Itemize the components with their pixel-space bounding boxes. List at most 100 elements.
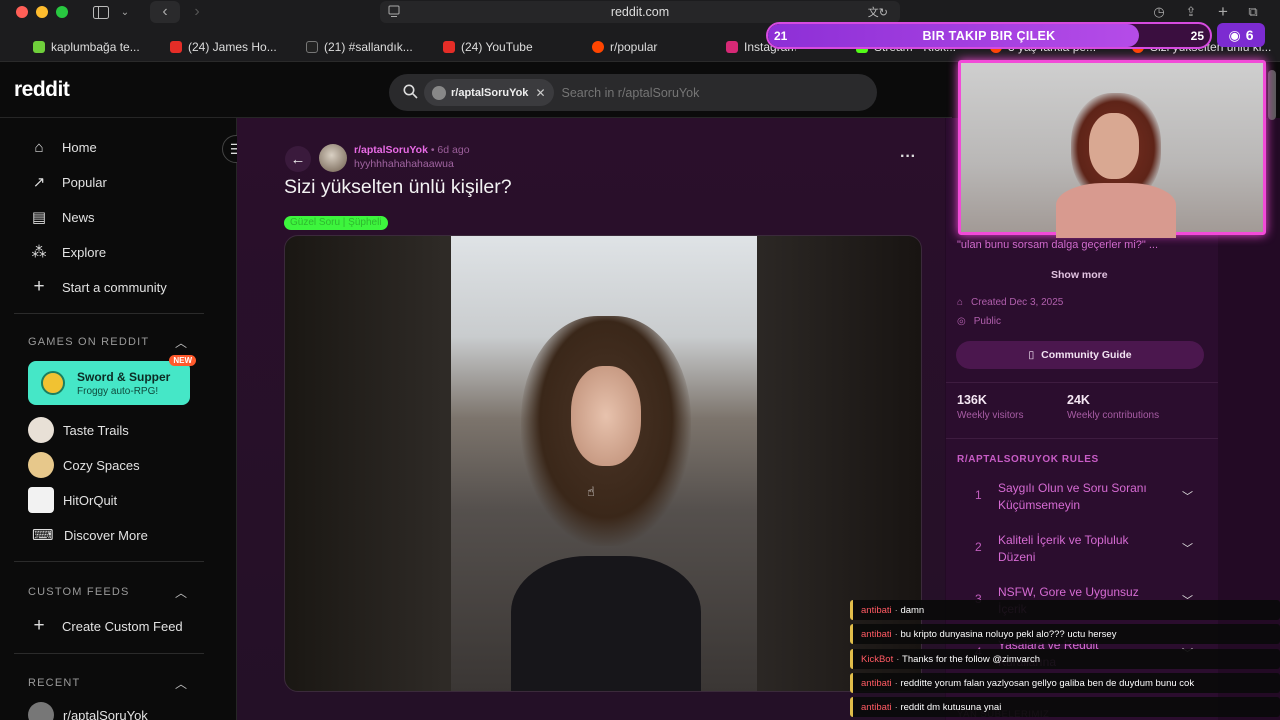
forward-icon[interactable]: › xyxy=(186,3,208,21)
post-flair[interactable]: Güzel Soru | Şüpheli xyxy=(284,216,388,230)
sidebar-item-news[interactable]: ▤ News xyxy=(30,205,95,229)
custom-feeds-heading: CUSTOM FEEDS xyxy=(28,586,130,598)
scrollbar-thumb[interactable] xyxy=(1268,70,1276,120)
frog-game-icon xyxy=(41,371,65,395)
chat-message: antibati · reddit dm kutusuna ynai xyxy=(850,697,1280,717)
bookmark-item[interactable]: kaplumbağa te... xyxy=(33,36,153,58)
chat-text: bu kripto dunyasina noluyo pekl alo??? u… xyxy=(900,628,1117,640)
hitorquit-icon xyxy=(28,487,54,513)
chevron-up-icon[interactable]: ︿ xyxy=(175,675,187,692)
minimize-window-button[interactable] xyxy=(36,6,48,18)
share-icon[interactable]: ⇪ xyxy=(1182,3,1200,21)
youtube-icon xyxy=(170,41,182,53)
search-input[interactable] xyxy=(561,85,842,100)
divider xyxy=(946,438,1218,439)
cursor-icon: ☝ xyxy=(587,484,595,499)
chip-label: r/aptalSoruYok xyxy=(451,86,529,99)
sidebar-toggle-icon[interactable] xyxy=(90,3,112,21)
search-community-chip[interactable]: r/aptalSoruYok ✕ xyxy=(424,79,554,106)
sidebar-item-start-community[interactable]: + Start a community xyxy=(30,275,166,299)
community-avatar-icon xyxy=(319,144,347,172)
bookmark-label: (21) #sallandık... xyxy=(324,40,413,54)
bookmark-item[interactable]: r/popular xyxy=(592,36,707,58)
url-text: reddit.com xyxy=(610,5,670,19)
rule-text: Saygılı Olun ve Soru Soranı Küçümsemeyin xyxy=(998,481,1147,512)
back-icon[interactable]: ‹ xyxy=(150,1,180,23)
search-bar[interactable]: r/aptalSoruYok ✕ xyxy=(389,74,877,111)
featured-game-subtitle: Froggy auto-RPG! xyxy=(77,385,159,397)
community-guide-button[interactable]: ▯ Community Guide xyxy=(956,341,1204,369)
chat-text: redditte yorum falan yazlyosan gellyo ga… xyxy=(900,677,1195,689)
rule-number: 1 xyxy=(975,488,982,502)
games-section-heading: GAMES ON REDDIT xyxy=(28,336,150,348)
chat-username: antibati xyxy=(861,701,892,713)
webcam-overlay xyxy=(958,60,1266,238)
translate-icon[interactable]: 文↻ xyxy=(868,4,888,20)
post-media[interactable]: ☝ xyxy=(284,235,922,692)
visibility-row: ◎ Public xyxy=(957,316,1001,327)
chevron-down-icon[interactable]: ﹀ xyxy=(1182,488,1193,504)
new-tab-icon[interactable]: + xyxy=(1214,2,1232,21)
recent-heading: RECENT xyxy=(28,677,81,689)
goal-target: 25 xyxy=(1190,28,1204,43)
game-label: Discover More xyxy=(64,527,148,543)
tab-overview-icon[interactable]: ⧉ xyxy=(1244,3,1262,21)
game-label: HitOrQuit xyxy=(63,492,118,508)
show-more-button[interactable]: Show more xyxy=(1051,269,1108,281)
back-button[interactable]: ← xyxy=(285,146,311,172)
recent-item[interactable]: r/aptalSoruYok xyxy=(28,702,148,720)
community-avatar-icon xyxy=(432,85,446,100)
game-item[interactable]: HitOrQuit xyxy=(28,487,118,513)
post-author[interactable]: hyyhhhahahahaawua xyxy=(354,158,454,170)
chat-username: antibati xyxy=(861,628,892,640)
created-date: Created Dec 3, 2025 xyxy=(971,297,1064,308)
close-window-button[interactable] xyxy=(16,6,28,18)
chat-text: reddit dm kutusuna ynai xyxy=(900,701,1002,713)
bookmark-label: (24) YouTube xyxy=(461,40,533,54)
clothing-shape xyxy=(511,556,701,691)
visibility-label: Public xyxy=(973,316,1001,327)
chat-text: Thanks for the follow @zimvarch xyxy=(902,653,1040,665)
cozy-spaces-icon xyxy=(28,452,54,478)
sidebar-item-label: Explore xyxy=(62,244,107,260)
bookmark-item[interactable]: (24) James Ho... xyxy=(170,36,295,58)
history-icon[interactable]: ◷ xyxy=(1150,3,1168,21)
rule-item[interactable]: 1 Saygılı Olun ve Soru Soranı Küçümsemeyi… xyxy=(975,480,1205,520)
community-description: "ulan bunu sorsam dalga geçerler mi?" ..… xyxy=(957,239,1159,251)
stream-chat-overlay: antibati · damn antibati · bu kripto dunyas… xyxy=(850,600,1280,720)
post-title: Sizi yükselten ünlü kişiler? xyxy=(284,176,512,198)
popular-icon: ↗ xyxy=(32,174,46,191)
rule-item[interactable]: 2 Kaliteli İçerik ve Topluluk Düzeni ﹀ xyxy=(975,532,1205,572)
zoom-window-button[interactable] xyxy=(56,6,68,18)
bookmark-item[interactable]: (24) YouTube xyxy=(443,36,568,58)
create-custom-feed-item[interactable]: + Create Custom Feed xyxy=(30,614,182,638)
weekly-contributions-label: Weekly contributions xyxy=(1067,410,1160,421)
youtube-icon xyxy=(443,41,455,53)
rules-heading: R/APTALSORUYOK RULES xyxy=(957,454,1099,465)
plus-icon: + xyxy=(33,276,45,297)
bookmark-item[interactable]: (21) #sallandık... xyxy=(306,36,431,58)
eye-icon: ◉ xyxy=(1228,26,1241,43)
more-options-icon[interactable]: ··· xyxy=(900,148,916,166)
discover-more-item[interactable]: ⌨ Discover More xyxy=(32,523,148,547)
chevron-down-icon[interactable]: ⌄ xyxy=(118,3,132,21)
sidebar-item-explore[interactable]: ⁂ Explore xyxy=(30,240,107,264)
chevron-up-icon[interactable]: ︿ xyxy=(175,334,187,351)
sidebar-item-home[interactable]: ⌂ Home xyxy=(30,135,96,159)
face-shape xyxy=(571,366,641,466)
featured-game-card[interactable]: Sword & Supper Froggy auto-RPG! NEW xyxy=(28,355,196,405)
community-guide-label: Community Guide xyxy=(1041,349,1132,361)
close-icon[interactable]: ✕ xyxy=(535,86,545,100)
post-subreddit-link[interactable]: r/aptalSoruYok xyxy=(354,144,428,156)
book-icon: ▯ xyxy=(1028,349,1035,361)
chevron-down-icon[interactable]: ﹀ xyxy=(1182,540,1193,556)
game-item[interactable]: Cozy Spaces xyxy=(28,452,140,478)
bookmark-label: kaplumbağa te... xyxy=(51,40,140,54)
streamer-body-shape xyxy=(1056,183,1176,238)
game-item[interactable]: Taste Trails xyxy=(28,417,129,443)
chevron-up-icon[interactable]: ︿ xyxy=(175,584,187,601)
reddit-logo[interactable]: reddit xyxy=(14,78,70,102)
address-bar[interactable]: reddit.com 文↻ xyxy=(380,1,900,23)
sidebar-item-popular[interactable]: ↗ Popular xyxy=(30,170,107,194)
instagram-icon xyxy=(726,41,738,53)
